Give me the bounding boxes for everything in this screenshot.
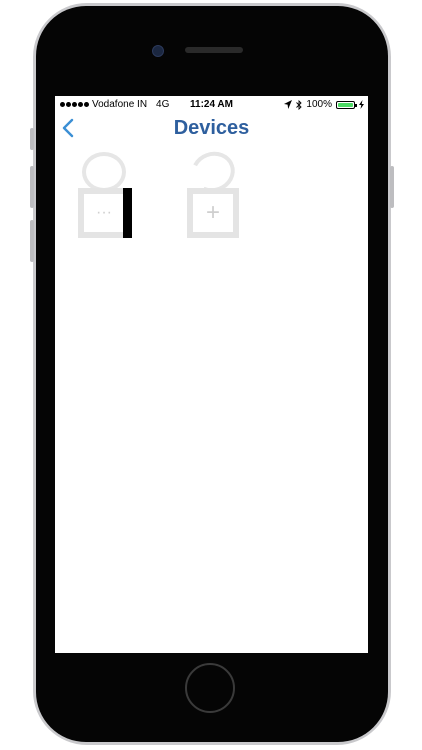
home-button[interactable] [185,663,235,713]
device-dots-label: ··· [84,194,124,232]
power-button [390,166,394,208]
location-arrow-icon [284,100,293,109]
charging-bolt-icon [359,100,364,109]
earpiece-speaker [185,47,243,53]
lock-add-icon: + [187,188,239,238]
volume-up-button [30,166,34,208]
text-cursor [123,188,132,238]
mute-switch [30,128,34,150]
front-camera [152,45,164,57]
navigation-bar: Devices [55,113,368,145]
status-bar: Vodafone IN 4G 11:24 AM 100% [55,96,368,113]
add-plus-label: + [193,194,233,232]
battery-icon [336,100,357,109]
screen: Vodafone IN 4G 11:24 AM 100% Devices ···… [55,96,368,653]
bluetooth-icon [296,99,303,110]
lock-shackle [82,152,126,192]
page-title: Devices [173,117,250,139]
status-right-group: 100% [284,99,364,110]
battery-fill [338,102,353,107]
add-device-button[interactable]: + [185,145,241,240]
battery-percent: 100% [306,99,332,110]
volume-down-button [30,220,34,262]
